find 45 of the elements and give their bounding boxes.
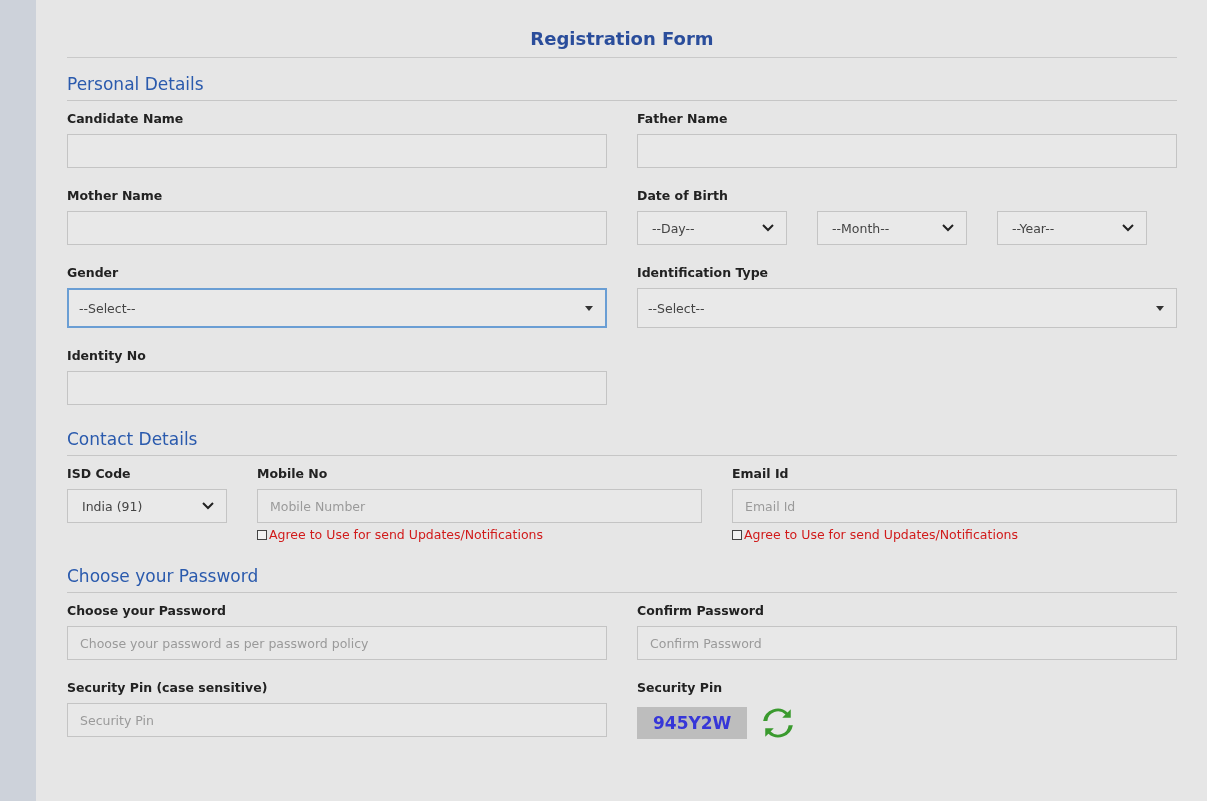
field-label: Identity No xyxy=(67,348,147,363)
section-heading: Contact Details xyxy=(67,425,1177,456)
field-label: Father Name xyxy=(637,111,729,126)
checkbox-label[interactable]: Agree to Use for send Updates/Notifications xyxy=(744,527,1018,542)
date-part-select[interactable]: --Day-- xyxy=(637,211,787,245)
checkbox[interactable] xyxy=(732,529,742,540)
refresh-icon[interactable] xyxy=(761,706,796,740)
chevron-icon xyxy=(942,224,954,232)
dropdown-field[interactable]: --Select-- xyxy=(67,288,607,328)
text-field[interactable]: Email Id xyxy=(732,489,1177,523)
field-label: Email Id xyxy=(732,466,790,481)
text-field[interactable]: Confirm Password xyxy=(637,626,1177,660)
field-label: Security Pin (case sensitive) xyxy=(67,680,269,695)
text-field[interactable]: Mobile Number xyxy=(257,489,702,523)
text-field[interactable]: Choose your password as per password policy xyxy=(67,626,607,660)
country-code-select[interactable]: India (91) xyxy=(67,489,227,523)
chevron-icon xyxy=(1122,224,1134,232)
section-heading: Choose your Password xyxy=(67,562,1177,593)
date-part-select[interactable]: --Month-- xyxy=(817,211,967,245)
chevron-icon xyxy=(762,224,774,232)
text-field[interactable] xyxy=(67,211,607,245)
section-heading: Personal Details xyxy=(67,70,1177,101)
field-label: Confirm Password xyxy=(637,603,765,618)
caret-icon xyxy=(585,305,593,311)
dropdown-field[interactable]: --Select-- xyxy=(637,288,1177,328)
date-part-select[interactable]: --Year-- xyxy=(997,211,1147,245)
field-label: ISD Code xyxy=(67,466,132,481)
text-field[interactable] xyxy=(67,134,607,168)
field-label: Mobile No xyxy=(257,466,329,481)
form-title: Registration Form xyxy=(67,24,1177,58)
caret-icon xyxy=(1156,305,1164,311)
text-field[interactable] xyxy=(67,371,607,405)
field-label: Date of Birth xyxy=(637,188,729,203)
field-label: Security Pin xyxy=(637,680,724,695)
field-label: Choose your Password xyxy=(67,603,228,618)
field-label: Mother Name xyxy=(67,188,164,203)
text-field[interactable] xyxy=(637,134,1177,168)
field-label: Identification Type xyxy=(637,265,770,280)
captcha-image: 945Y2W xyxy=(637,707,748,739)
text-field[interactable]: Security Pin xyxy=(67,703,607,737)
chevron-icon xyxy=(202,502,214,510)
checkbox[interactable] xyxy=(257,529,267,540)
checkbox-label[interactable]: Agree to Use for send Updates/Notifications xyxy=(269,527,543,542)
field-label: Candidate Name xyxy=(67,111,185,126)
field-label: Gender xyxy=(67,265,120,280)
